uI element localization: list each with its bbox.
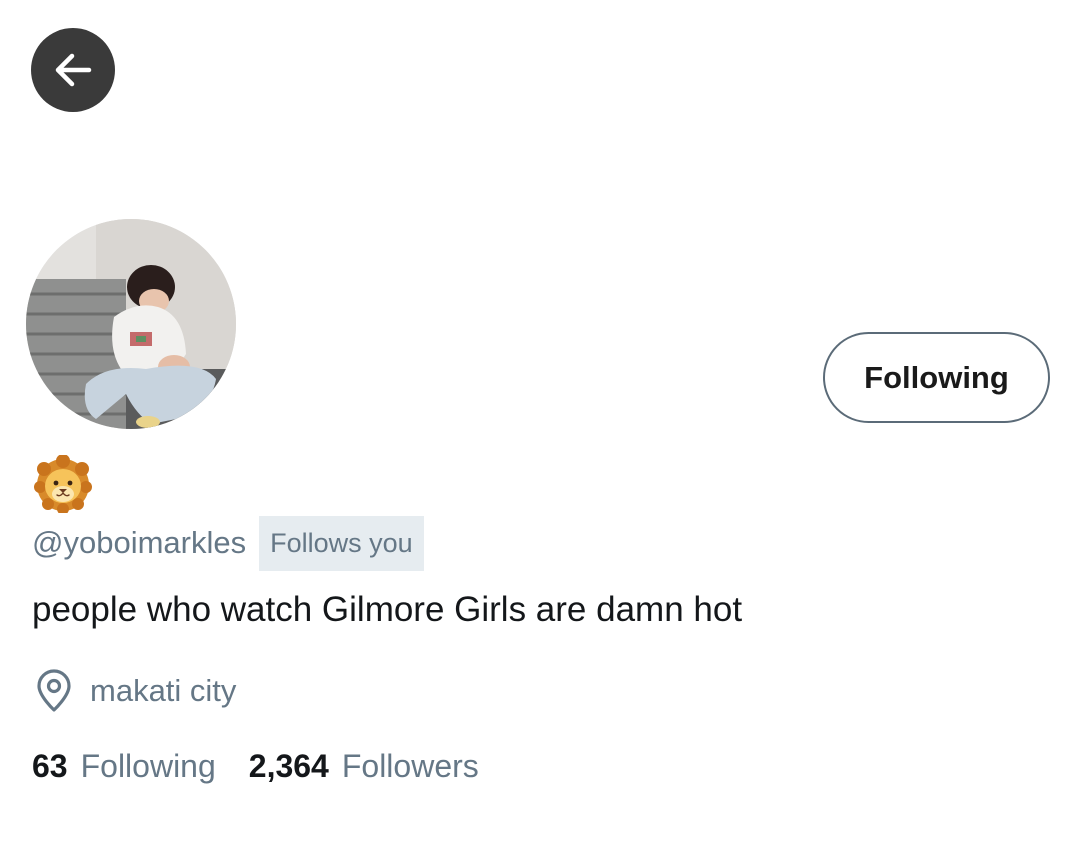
following-button[interactable]: Following [823, 332, 1050, 423]
arrow-left-icon [55, 53, 92, 87]
followers-count: 2,364 [248, 747, 329, 784]
avatar[interactable] [26, 219, 236, 429]
stats-row: 63 Following 2,364 Followers [32, 744, 479, 788]
location-pin-icon [37, 669, 71, 712]
display-name [34, 455, 92, 513]
handle-row: @yoboimarkles Follows you [32, 515, 424, 571]
profile-photo [26, 219, 236, 429]
followers-stat[interactable]: 2,364 Followers [249, 748, 479, 785]
follows-you-badge: Follows you [259, 515, 424, 571]
location-row: makati city [35, 669, 236, 713]
lion-face-emoji [34, 455, 92, 513]
followers-label: Followers [341, 747, 479, 784]
location-text: makati city [90, 673, 237, 708]
bio-text: people who watch Gilmore Girls are damn … [32, 590, 743, 629]
following-label: Following [80, 747, 216, 784]
following-stat[interactable]: 63 Following [32, 748, 216, 785]
user-handle: @yoboimarkles [32, 525, 247, 560]
following-count: 63 [32, 747, 68, 784]
back-button[interactable] [31, 28, 115, 112]
